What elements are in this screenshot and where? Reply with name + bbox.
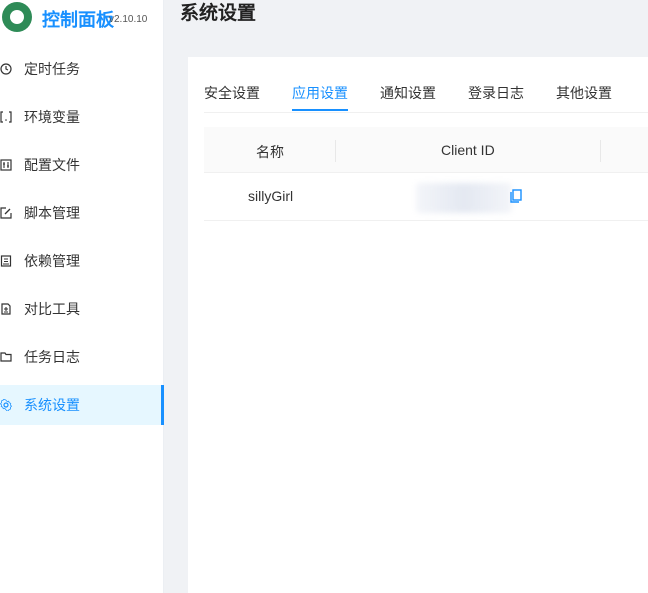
tab-notification[interactable]: 通知设置 [380, 83, 436, 103]
tab-login-log[interactable]: 登录日志 [468, 83, 524, 103]
package-icon [0, 255, 12, 267]
copy-icon[interactable] [510, 189, 522, 203]
apps-table: 名称 Client ID sillyGirl [204, 127, 648, 221]
page-title: 系统设置 [180, 3, 257, 24]
sidebar-item-diff[interactable]: 对比工具 [0, 289, 164, 329]
client-id-cell [416, 183, 512, 213]
folder-icon [0, 351, 12, 363]
sidebar-item-deps[interactable]: 依赖管理 [0, 241, 164, 281]
sidebar-item-cron[interactable]: 定时任务 [0, 49, 164, 89]
tab-security[interactable]: 安全设置 [204, 83, 260, 103]
clock-icon [0, 63, 12, 75]
sidebar: 控制面板 v2.10.10 定时任务 环境变量 配置文件 脚本管理 依赖管理 对… [0, 0, 164, 593]
app-version: v2.10.10 [109, 14, 148, 25]
sidebar-item-label: 对比工具 [24, 301, 80, 317]
table-header: 名称 Client ID [204, 127, 648, 173]
column-header-name: 名称 [256, 144, 284, 160]
sidebar-item-label: 系统设置 [24, 397, 80, 413]
sidebar-item-logs[interactable]: 任务日志 [0, 337, 164, 377]
app-name-cell: sillyGirl [248, 188, 294, 204]
sidebar-item-config[interactable]: 配置文件 [0, 145, 164, 185]
sidebar-item-env[interactable]: 环境变量 [0, 97, 164, 137]
table-row: sillyGirl [204, 173, 648, 221]
sidebar-item-scripts[interactable]: 脚本管理 [0, 193, 164, 233]
app-title: 控制面板 [42, 10, 114, 30]
logo[interactable]: 控制面板 v2.10.10 [0, 0, 164, 38]
edit-icon [0, 207, 12, 219]
settings-card: 安全设置 应用设置 通知设置 登录日志 其他设置 名称 Client ID si… [188, 57, 648, 593]
sidebar-item-label: 脚本管理 [24, 205, 80, 221]
config-file-icon [0, 159, 12, 171]
column-divider [600, 140, 601, 162]
column-header-client-id: Client ID [441, 142, 495, 158]
sidebar-item-label: 定时任务 [24, 61, 80, 77]
gear-icon [0, 399, 12, 411]
sidebar-item-label: 任务日志 [24, 349, 80, 365]
sidebar-item-label: 环境变量 [24, 109, 80, 125]
sidebar-item-settings[interactable]: 系统设置 [0, 385, 164, 425]
tab-other[interactable]: 其他设置 [556, 83, 612, 103]
diff-icon [0, 303, 12, 315]
settings-tabs: 安全设置 应用设置 通知设置 登录日志 其他设置 [204, 79, 648, 113]
sidebar-item-label: 依赖管理 [24, 253, 80, 269]
variable-icon [0, 111, 12, 123]
sidebar-menu: 定时任务 环境变量 配置文件 脚本管理 依赖管理 对比工具 任务日志 系统设置 [0, 49, 164, 433]
logo-icon [2, 2, 32, 32]
tab-application[interactable]: 应用设置 [292, 83, 348, 111]
sidebar-item-label: 配置文件 [24, 157, 80, 173]
column-divider [335, 140, 336, 162]
